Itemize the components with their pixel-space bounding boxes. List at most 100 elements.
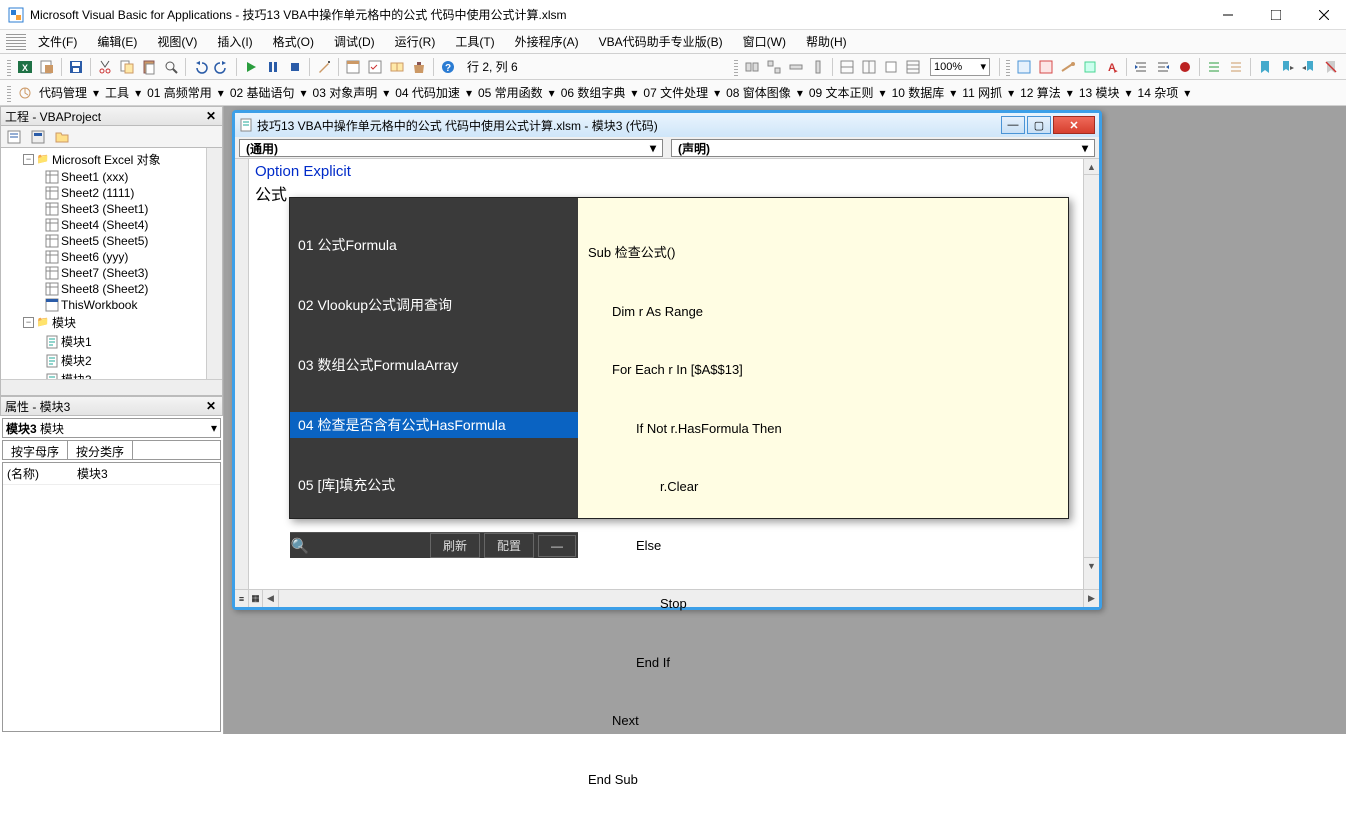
code-editor[interactable]: Option Explicit 公式 01 公式Formula 02 Vlook… <box>249 159 1083 589</box>
tb-03[interactable]: 03 对象声明 <box>312 84 379 101</box>
minimize-button[interactable] <box>1214 5 1242 25</box>
undo-icon[interactable] <box>190 57 210 77</box>
isense-minimize-button[interactable]: — <box>538 535 576 557</box>
tb2-icon-1[interactable] <box>742 57 762 77</box>
tree-collapse-icon[interactable]: − <box>23 317 34 328</box>
run-icon[interactable] <box>241 57 261 77</box>
break-icon[interactable] <box>263 57 283 77</box>
tb-12[interactable]: 12 算法 <box>1019 84 1062 101</box>
save-icon[interactable] <box>66 57 86 77</box>
tb-09[interactable]: 09 文本正则 <box>808 84 875 101</box>
tb-08[interactable]: 08 窗体图像 <box>725 84 792 101</box>
props-grid[interactable]: (名称) 模块3 <box>2 462 221 732</box>
menu-window[interactable]: 窗口(W) <box>733 33 796 50</box>
toolbar2-grip[interactable] <box>7 84 11 102</box>
tb2-icon-6[interactable] <box>859 57 879 77</box>
help-icon[interactable]: ? <box>438 57 458 77</box>
tb-code-manage[interactable]: 代码管理 <box>38 84 88 101</box>
bookmark-icon[interactable] <box>1255 57 1275 77</box>
tb3-icon-5[interactable]: A▸ <box>1102 57 1122 77</box>
intellisense-list[interactable]: 01 公式Formula 02 Vlookup公式调用查询 03 数组公式For… <box>290 198 578 532</box>
view-object-icon[interactable] <box>28 128 48 146</box>
mdi-close-button[interactable]: ✕ <box>1053 116 1095 134</box>
bookmark-prev-icon[interactable] <box>1299 57 1319 77</box>
find-icon[interactable] <box>161 57 181 77</box>
tb3-icon-2[interactable] <box>1036 57 1056 77</box>
menu-tools[interactable]: 工具(T) <box>445 33 504 50</box>
paste-icon[interactable] <box>139 57 159 77</box>
copy-icon[interactable] <box>117 57 137 77</box>
tb-02[interactable]: 02 基础语句 <box>229 84 296 101</box>
tb-05[interactable]: 05 常用函数 <box>477 84 544 101</box>
breakpoint-icon[interactable] <box>1175 57 1195 77</box>
insert-module-icon[interactable] <box>37 57 57 77</box>
menu-view[interactable]: 视图(V) <box>147 33 207 50</box>
tb-01[interactable]: 01 高频常用 <box>146 84 213 101</box>
tree-collapse-icon[interactable]: − <box>23 154 34 165</box>
props-close-icon[interactable]: ✕ <box>204 399 218 413</box>
tb3-icon-3[interactable] <box>1058 57 1078 77</box>
tb2-icon-3[interactable] <box>786 57 806 77</box>
isense-search-input[interactable] <box>310 535 428 557</box>
tb2-icon-4[interactable] <box>808 57 828 77</box>
tb4-icon-1[interactable] <box>15 83 35 103</box>
reset-icon[interactable] <box>285 57 305 77</box>
props-object-select[interactable]: 模块3 模块▾ <box>2 418 221 438</box>
uncomment-icon[interactable] <box>1226 57 1246 77</box>
redo-icon[interactable] <box>212 57 232 77</box>
menu-debug[interactable]: 调试(D) <box>324 33 385 50</box>
isense-item[interactable]: 01 公式Formula <box>290 232 578 258</box>
menu-run[interactable]: 运行(R) <box>385 33 446 50</box>
tb-07[interactable]: 07 文件处理 <box>642 84 709 101</box>
zoom-select[interactable]: 100%▾ <box>930 58 990 76</box>
project-close-icon[interactable]: ✕ <box>204 109 218 123</box>
maximize-button[interactable] <box>1262 5 1290 25</box>
indent-right-icon[interactable] <box>1131 57 1151 77</box>
tb2-icon-7[interactable] <box>881 57 901 77</box>
isense-config-button[interactable]: 配置 <box>484 533 534 558</box>
toolbar-grip-2[interactable] <box>734 58 738 76</box>
code-window-title[interactable]: 技巧13 VBA中操作单元格中的公式 代码中使用公式计算.xlsm - 模块3 … <box>235 113 1099 137</box>
scroll-up-icon[interactable]: ▲ <box>1084 159 1099 175</box>
tb3-icon-1[interactable] <box>1014 57 1034 77</box>
scroll-right-icon[interactable]: ▶ <box>1083 590 1099 607</box>
tb2-icon-2[interactable] <box>764 57 784 77</box>
code-margin[interactable] <box>235 159 249 589</box>
tb-14[interactable]: 14 杂项 <box>1137 84 1180 101</box>
procedure-view-icon[interactable]: ≡ <box>235 590 249 607</box>
project-explorer-icon[interactable] <box>343 57 363 77</box>
menu-grip[interactable] <box>6 34 26 50</box>
indent-left-icon[interactable] <box>1153 57 1173 77</box>
tb-13[interactable]: 13 模块 <box>1078 84 1121 101</box>
project-tree[interactable]: −📁Microsoft Excel 对象 Sheet1 (xxx) Sheet2… <box>0 148 223 396</box>
excel-icon[interactable]: X <box>15 57 35 77</box>
toolbar-grip-3[interactable] <box>1006 58 1010 76</box>
properties-icon[interactable] <box>365 57 385 77</box>
close-button[interactable] <box>1310 5 1338 25</box>
scroll-left-icon[interactable]: ◀ <box>263 590 279 607</box>
props-tab-alpha[interactable]: 按字母序 <box>3 441 68 459</box>
props-tab-category[interactable]: 按分类序 <box>68 441 133 459</box>
isense-item-selected[interactable]: 04 检查是否含有公式HasFormula <box>290 412 578 438</box>
tb-04[interactable]: 04 代码加速 <box>394 84 461 101</box>
isense-item[interactable]: 05 [库]填充公式 <box>290 472 578 498</box>
menu-help[interactable]: 帮助(H) <box>796 33 857 50</box>
procedure-select[interactable]: (声明)▾ <box>671 139 1095 157</box>
view-code-icon[interactable] <box>4 128 24 146</box>
menu-vba-assistant[interactable]: VBA代码助手专业版(B) <box>589 33 733 50</box>
mdi-maximize-button[interactable]: ▢ <box>1027 116 1051 134</box>
code-scrollbar-v[interactable]: ▲ ▼ <box>1083 159 1099 589</box>
bookmark-clear-icon[interactable] <box>1321 57 1341 77</box>
tb3-icon-4[interactable] <box>1080 57 1100 77</box>
full-module-view-icon[interactable]: ▦ <box>249 590 263 607</box>
comment-icon[interactable] <box>1204 57 1224 77</box>
menu-format[interactable]: 格式(O) <box>263 33 324 50</box>
mdi-minimize-button[interactable]: — <box>1001 116 1025 134</box>
menu-insert[interactable]: 插入(I) <box>207 33 262 50</box>
menu-edit[interactable]: 编辑(E) <box>87 33 147 50</box>
tree-scrollbar-v[interactable] <box>206 148 222 379</box>
isense-refresh-button[interactable]: 刷新 <box>430 533 480 558</box>
toolbar-grip[interactable] <box>7 58 11 76</box>
bookmark-next-icon[interactable] <box>1277 57 1297 77</box>
object-browser-icon[interactable] <box>387 57 407 77</box>
